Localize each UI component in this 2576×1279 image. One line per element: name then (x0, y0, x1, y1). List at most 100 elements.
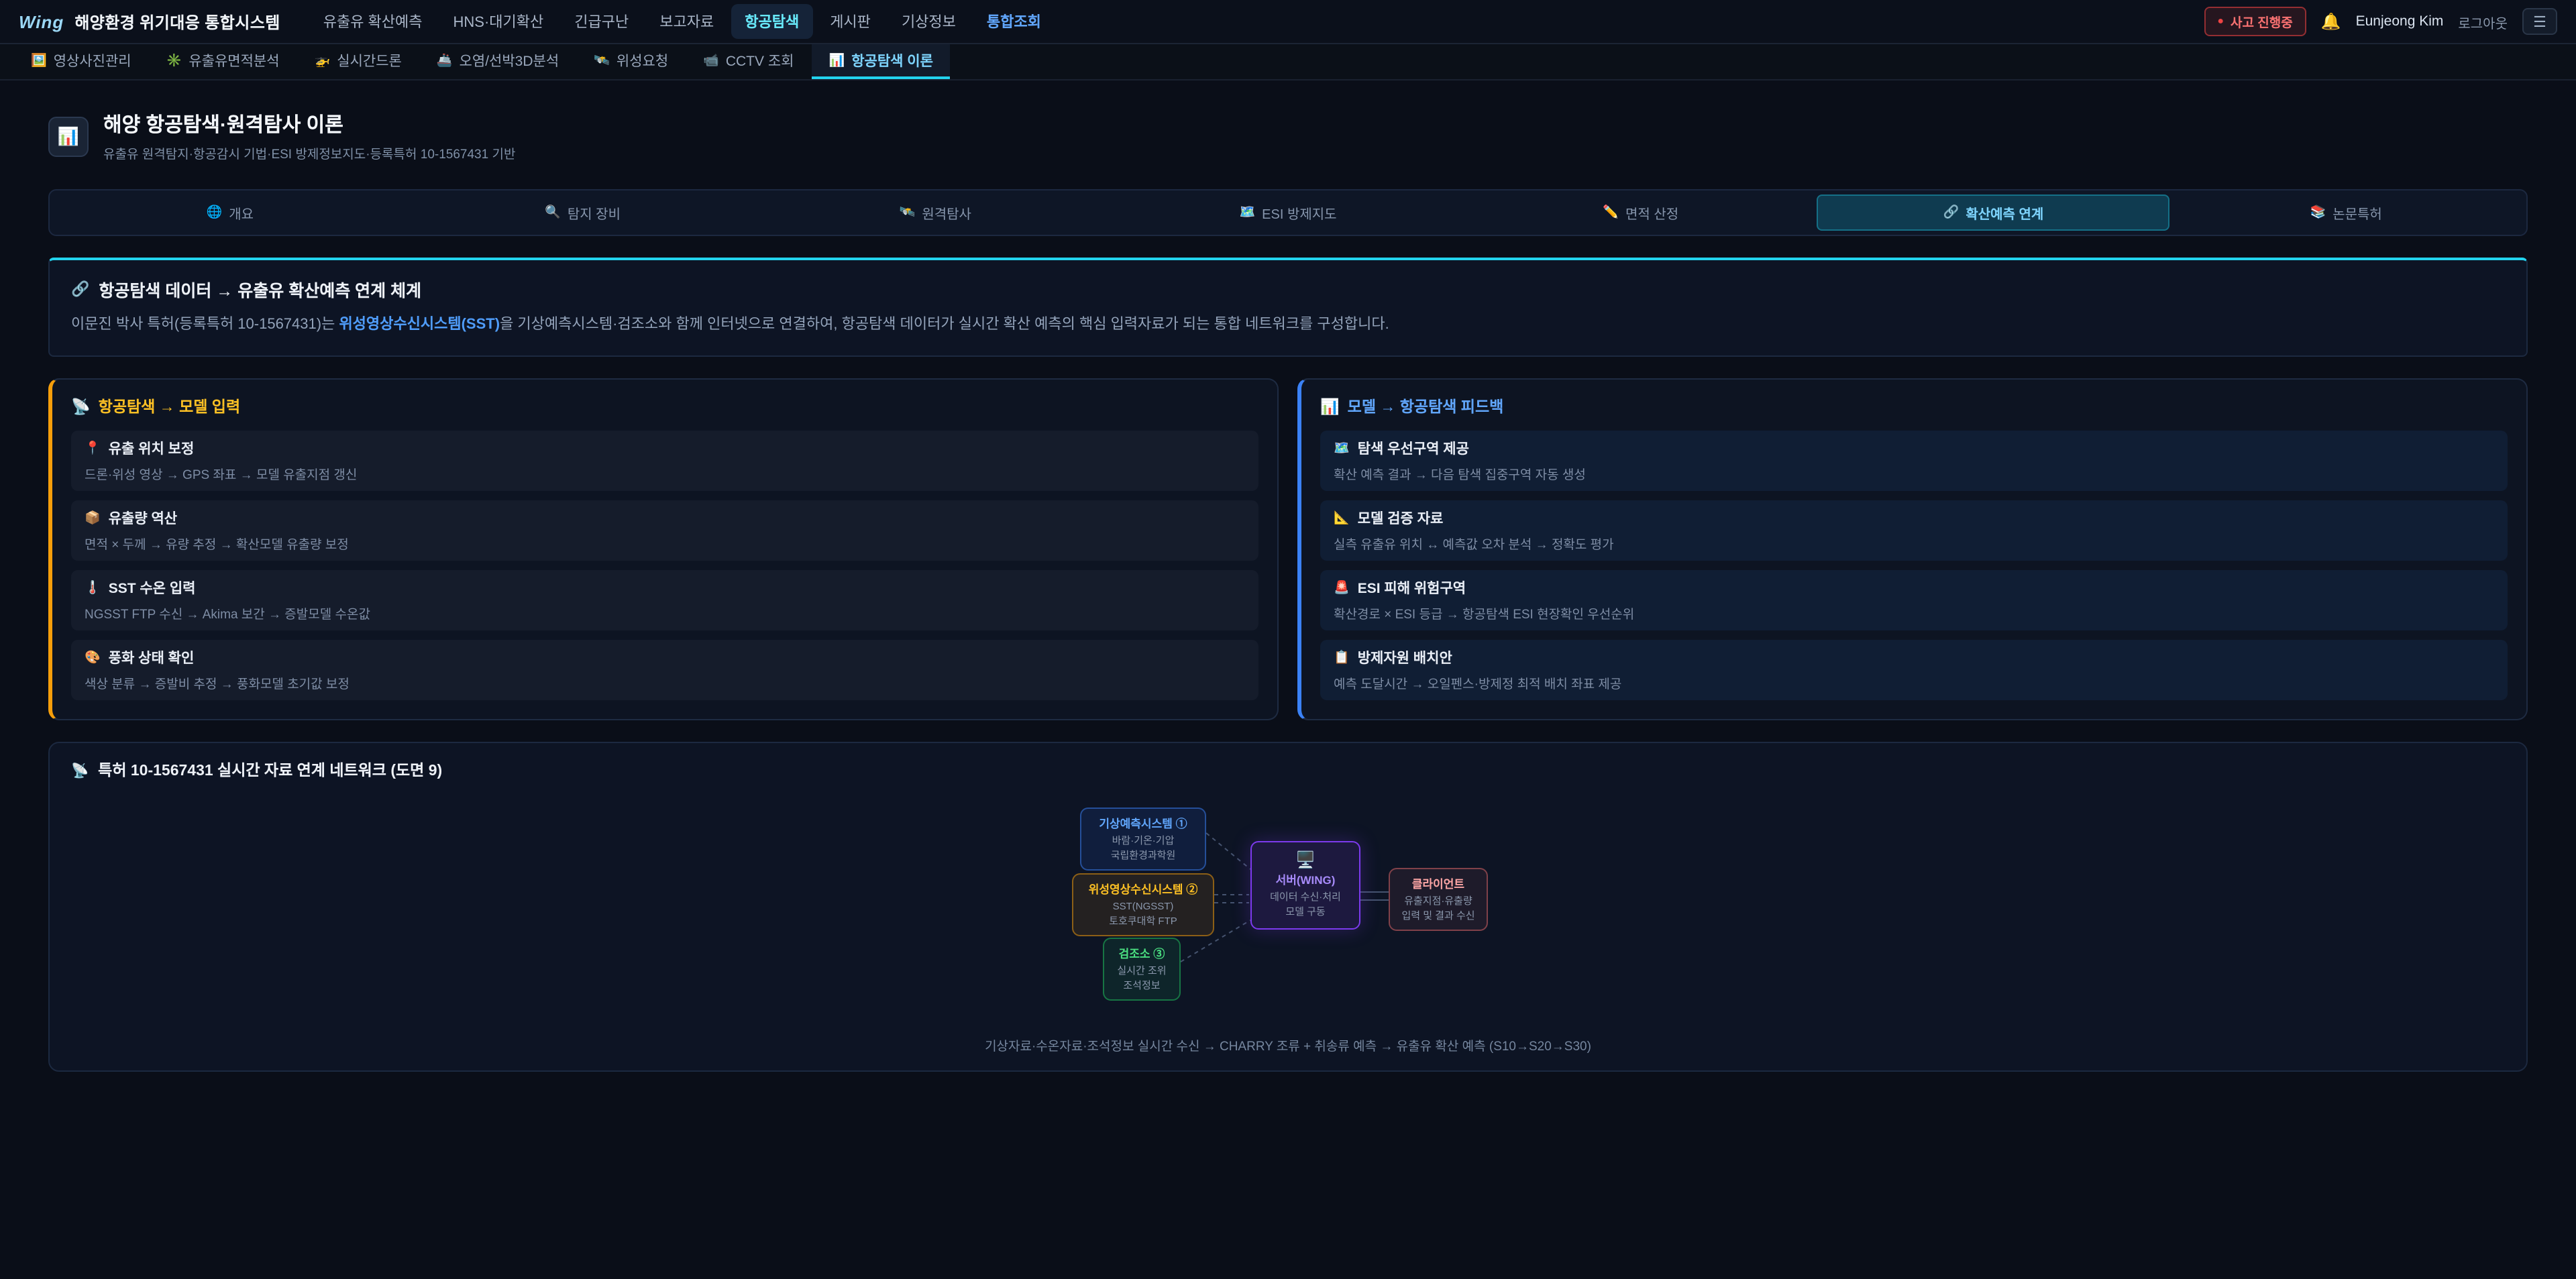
page-title: 해양 항공탐색·원격탐사 이론 (103, 110, 515, 138)
item-title: 📐 모델 검증 자료 (1334, 508, 2494, 529)
palette-icon: 🎨 (85, 651, 101, 665)
tab-label: 논문특허 (2332, 203, 2382, 223)
list-item: 🎨 풍화 상태 확인 색상 분류 → 증발비 추정 → 풍화모델 초기값 보정 (71, 640, 1258, 700)
satellite-icon: 🛰️ (900, 205, 916, 220)
item-desc: 색상 분류 → 증발비 추정 → 풍화모델 초기값 보정 (85, 673, 1245, 692)
tab-label: 확산예측 연계 (1966, 203, 2043, 223)
list-item: 📍 유출 위치 보정 드론·위성 영상 → GPS 좌표 → 모델 유출지점 갱… (71, 431, 1258, 491)
user-name: Eunjeong Kim (2356, 13, 2444, 30)
item-title: 🎨 풍화 상태 확인 (85, 648, 1245, 668)
tab-label: 탐지 장비 (568, 203, 621, 223)
tab-remote-sensing[interactable]: 🛰️ 원격탐사 (759, 194, 1112, 231)
magnifier-icon: 🔍 (545, 205, 561, 220)
item-title: 📍 유출 위치 보정 (85, 439, 1245, 459)
subtab-pollution-ship-3d[interactable]: 🚢 오염/선박3D분석 (419, 44, 576, 79)
nav-board[interactable]: 게시판 (816, 4, 884, 39)
chart-icon: 📊 (829, 53, 845, 68)
map-icon: 🗺️ (1334, 441, 1350, 456)
item-title: 🗺️ 탐색 우선구역 제공 (1334, 439, 2494, 459)
chart-icon: 📊 (1320, 397, 1340, 416)
node-line: 바람·기온·기압 (1089, 834, 1197, 848)
item-desc: 면적 × 두께 → 유량 추정 → 확산모델 유출량 보정 (85, 534, 1245, 553)
node-line: 실시간 조위 (1112, 964, 1171, 979)
model-to-aerial-title: 📊 모델 → 항공탐색 피드백 (1320, 396, 2508, 417)
globe-icon: 🌐 (207, 205, 223, 220)
item-desc: 예측 도달시간 → 오일펜스·방제정 최적 배치 좌표 제공 (1334, 673, 2494, 692)
hamburger-menu-icon[interactable]: ☰ (2522, 8, 2557, 35)
app-brand[interactable]: Wing 해양환경 위기대응 통합시스템 (19, 10, 280, 33)
page-header-chart-icon: 📊 (48, 116, 89, 156)
subtab-label: 실시간드론 (337, 50, 402, 70)
wing-logo: Wing (19, 11, 64, 32)
logout-button[interactable]: 로그아웃 (2458, 11, 2508, 32)
item-title-text: 유출 위치 보정 (109, 439, 195, 459)
tab-esi-map[interactable]: 🗺️ ESI 방제지도 (1112, 194, 1464, 231)
tab-papers-patents[interactable]: 📚 논문특허 (2169, 194, 2522, 231)
intro-text-after: 을 기상예측시스템·검조소와 함께 인터넷으로 연결하여, 항공탐색 데이터가 … (500, 317, 1389, 333)
tab-overview[interactable]: 🌐 개요 (54, 194, 407, 231)
node-tide-station: 검조소 ③ 실시간 조위 조석정보 (1103, 938, 1181, 1001)
item-title: 🚨 ESI 피해 위험구역 (1334, 578, 2494, 598)
page-header: 📊 해양 항공탐색·원격탐사 이론 유출유 원격탐지·항공감시 기법·ESI 방… (48, 110, 2528, 162)
subtab-cctv[interactable]: 📹 CCTV 조회 (686, 44, 811, 79)
nav-hns-air-diffusion[interactable]: HNS·대기확산 (440, 4, 557, 39)
tab-diffusion-link[interactable]: 🔗 확산예측 연계 (1817, 194, 2170, 231)
alert-icon: 🚨 (1334, 581, 1350, 596)
node-line: SST(NGSST) (1081, 900, 1205, 914)
subtab-label: 항공탐색 이론 (851, 50, 933, 70)
bell-icon[interactable]: 🔔 (2321, 12, 2341, 31)
node-line: 모델 구동 (1260, 905, 1351, 919)
aerial-to-model-title: 📡 항공탐색 → 모델 입력 (71, 396, 1258, 417)
nav-reports[interactable]: 보고자료 (646, 4, 727, 39)
nav-emergency-rescue[interactable]: 긴급구난 (561, 4, 642, 39)
app-root: Wing 해양환경 위기대응 통합시스템 유출유 확산예측 HNS·대기확산 긴… (0, 0, 2576, 1279)
tab-area-calculation[interactable]: ✏️ 면적 산정 (1464, 194, 1817, 231)
tab-detection-equipment[interactable]: 🔍 탐지 장비 (407, 194, 759, 231)
tab-label: 원격탐사 (922, 203, 971, 223)
nav-integrated-search[interactable]: 통합조회 (973, 4, 1055, 39)
link-icon: 🔗 (1943, 205, 1960, 220)
package-icon: 📦 (85, 511, 101, 526)
incident-status-badge[interactable]: ● 사고 진행중 (2204, 7, 2306, 36)
item-title-text: 풍화 상태 확인 (109, 648, 195, 668)
nav-aerial-search[interactable]: 항공탐색 (731, 4, 812, 39)
tab-label: ESI 방제지도 (1262, 203, 1336, 223)
item-title-text: ESI 피해 위험구역 (1358, 578, 1466, 598)
list-item: 🗺️ 탐색 우선구역 제공 확산 예측 결과 → 다음 탐색 집중구역 자동 생… (1320, 431, 2508, 491)
subtab-realtime-drone[interactable]: 🚁 실시간드론 (297, 44, 419, 79)
list-item: 📐 모델 검증 자료 실측 유출유 위치 ↔ 예측값 오차 분석 → 정확도 평… (1320, 500, 2508, 561)
node-satellite-receiver: 위성영상수신시스템 ② SST(NGSST) 토호쿠대학 FTP (1072, 873, 1214, 936)
subtab-image-management[interactable]: 🖼️ 영상사진관리 (13, 44, 149, 79)
list-item: 🚨 ESI 피해 위험구역 확산경로 × ESI 등급 → 항공탐색 ESI 현… (1320, 570, 2508, 630)
intro-text-before: 이문진 박사 특허(등록특허 10-1567431)는 (71, 317, 339, 333)
sst-system-link[interactable]: 위성영상수신시스템(SST) (339, 317, 500, 333)
intro-title-text: 항공탐색 데이터 → 유출유 확산예측 연계 체계 (99, 276, 421, 302)
node-title: 위성영상수신시스템 ② (1081, 881, 1205, 897)
link-icon: 🔗 (71, 280, 89, 298)
thermometer-icon: 🌡️ (85, 581, 101, 596)
item-title-text: SST 수온 입력 (109, 578, 196, 598)
subtab-satellite-request[interactable]: 🛰️ 위성요청 (576, 44, 686, 79)
computer-icon: 🖥️ (1260, 852, 1351, 869)
nav-oil-spill-prediction[interactable]: 유출유 확산예측 (310, 4, 436, 39)
tab-label: 면적 산정 (1625, 203, 1678, 223)
app-title: 해양환경 위기대응 통합시스템 (74, 10, 280, 33)
main-nav: 유출유 확산예측 HNS·대기확산 긴급구난 보고자료 항공탐색 게시판 기상정… (310, 4, 1055, 39)
nav-weather-info[interactable]: 기상정보 (888, 4, 969, 39)
node-title: 클라이언트 (1398, 876, 1479, 892)
node-line: 데이터 수신·처리 (1260, 891, 1351, 905)
linkage-intro-card: 🔗 항공탐색 데이터 → 유출유 확산예측 연계 체계 이문진 박사 특허(등록… (48, 258, 2528, 357)
item-title-text: 유출량 역산 (109, 508, 177, 529)
node-client: 클라이언트 유출지점·유출량 입력 및 결과 수신 (1389, 868, 1488, 931)
subtab-aerial-theory[interactable]: 📊 항공탐색 이론 (812, 44, 951, 79)
patent-network-card: 📡 특허 10-1567431 실시간 자료 연계 네트워크 (도면 9) 기상… (48, 742, 2528, 1072)
node-line: 토호쿠대학 FTP (1081, 914, 1205, 928)
node-line: 조석정보 (1112, 979, 1171, 993)
antenna-icon: 📡 (71, 397, 91, 416)
network-title-text: 특허 10-1567431 실시간 자료 연계 네트워크 (도면 9) (98, 759, 442, 781)
item-title-text: 방제자원 배치안 (1358, 648, 1452, 668)
item-title: 📦 유출량 역산 (85, 508, 1245, 529)
item-desc: 확산경로 × ESI 등급 → 항공탐색 ESI 현장확인 우선순위 (1334, 604, 2494, 622)
subtab-oil-area-analysis[interactable]: ✳️ 유출유면적분석 (149, 44, 297, 79)
item-desc: 확산 예측 결과 → 다음 탐색 집중구역 자동 생성 (1334, 464, 2494, 483)
